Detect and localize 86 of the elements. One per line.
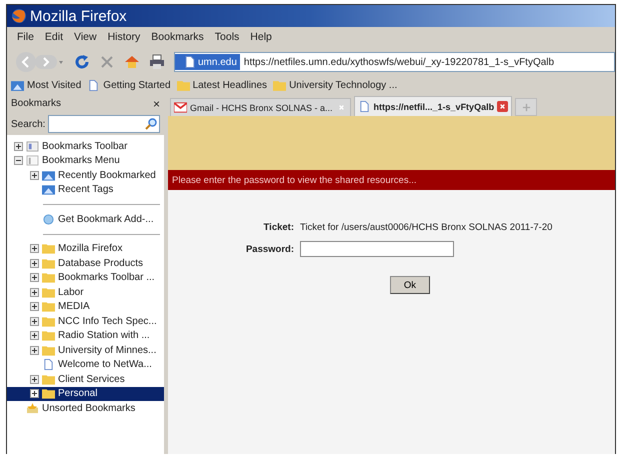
tree-item[interactable]: Recently Bookmarked [7,168,164,182]
expander-icon[interactable] [30,244,39,254]
tree-item[interactable]: Labor [7,285,164,300]
expander-icon[interactable] [30,389,39,398]
search-field[interactable] [48,115,160,133]
password-label: Password: [244,244,294,254]
mail-icon [174,102,187,113]
bookmark-item[interactable]: University Technology ... [273,80,398,91]
menu-item[interactable]: Bookmarks [151,31,204,43]
folder-icon [42,286,55,298]
expander-icon[interactable] [30,258,39,268]
search-label: Search: [11,118,46,130]
folder-icon [42,301,55,312]
page-icon [87,80,100,91]
expander-icon[interactable] [30,331,39,340]
tree-item[interactable]: Unsorted Bookmarks [7,401,164,416]
sidebar-title: Bookmarks [11,98,62,109]
menu-item[interactable]: Help [250,31,272,43]
page-icon [358,101,371,112]
page-icon [185,56,195,68]
folder-icon [273,80,286,91]
expander-icon[interactable] [30,273,39,282]
tree-item[interactable]: Get Bookmark Add-... [7,212,164,226]
menu-item[interactable]: View [74,31,97,43]
folder-icon [176,80,190,91]
ticket-value: Ticket for /users/aust0006/HCHS Bronx SOLNAS 2011-7-20 [300,222,552,232]
star-folder-icon [26,402,39,414]
tree-item[interactable]: Personal [7,386,164,401]
folder-icon [42,243,55,254]
folder-icon [42,316,55,327]
bookmark-item[interactable]: Getting Started [87,80,171,91]
folder-icon [42,184,55,196]
folder-icon [42,330,55,342]
search-icon [145,118,157,130]
expander-icon[interactable] [14,156,23,166]
bookmark-item[interactable]: Latest Headlines [176,80,268,91]
password-field[interactable] [300,241,454,257]
tree-item[interactable]: Welcome to NetWa... [7,358,164,372]
reload-icon[interactable] [74,54,90,70]
tree-item[interactable]: Client Services [7,372,164,386]
address-field[interactable]: umn.edu https://netfiles.umn.edu/xythoswfs/webui/_xy-19220781_1-s_vFtyQalb [174,52,615,72]
message-text: Please enter the password to view the shared resources... [172,174,416,186]
folder-icon [42,388,55,400]
menu-item[interactable]: Tools [214,31,240,43]
bookmark-item[interactable]: Most Visited [11,80,82,91]
tree-item[interactable]: NCC Info Tech Spec... [7,314,164,328]
expander-icon[interactable] [14,142,23,151]
tree-item[interactable]: Bookmarks Toolbar ... [7,270,164,285]
page-icon [42,359,55,370]
toolbar-icon [26,140,39,152]
menu-item[interactable]: Edit [44,31,64,43]
close-button[interactable]: × [152,96,160,110]
browser-tab[interactable]: Gmail - HCHS Bronx SOLNAS - a... [170,98,351,116]
tree-item[interactable]: Radio Station with ... [7,328,164,343]
site-identity: umn.edu [198,56,237,68]
printer-icon[interactable] [149,54,165,70]
expander-icon[interactable] [30,346,39,355]
tree-item[interactable]: MEDIA [7,300,164,314]
ticket-label: Ticket: [262,222,294,232]
browser-tab[interactable]: https://netfil..._1-s_vFtyQalb [354,96,512,116]
tree-item[interactable]: Mozilla Firefox [7,242,164,256]
plus-icon [522,102,531,112]
folder-icon [42,258,55,269]
folder-icon [42,272,55,284]
globe-icon [11,8,27,24]
menu-icon [26,155,39,166]
folder-icon [11,80,24,91]
expander-icon[interactable] [30,316,39,326]
globe-icon [42,214,55,225]
window-title: Mozilla Firefox [30,8,127,24]
folder-icon [42,344,55,356]
expander-icon[interactable] [30,374,39,384]
folder-icon [42,170,55,181]
menu-item[interactable]: File [17,31,34,43]
tree-item[interactable]: Bookmarks Menu [7,154,164,168]
tree-item[interactable]: Bookmarks Toolbar [7,139,164,154]
ok-button[interactable]: Ok [390,276,430,294]
tree-item[interactable]: Database Products [7,256,164,270]
url-text: https://netfiles.umn.edu/xythoswfs/webui/_xy-19220781_1-s_vFtyQalb [244,56,554,68]
menu-item[interactable]: History [108,31,140,43]
close-icon[interactable] [497,101,508,112]
expander-icon[interactable] [30,302,39,312]
expander-icon[interactable] [30,288,39,297]
tree-item[interactable]: Recent Tags [7,182,164,197]
tree-item[interactable]: University of Minnes... [7,343,164,358]
expander-icon[interactable] [30,170,39,180]
